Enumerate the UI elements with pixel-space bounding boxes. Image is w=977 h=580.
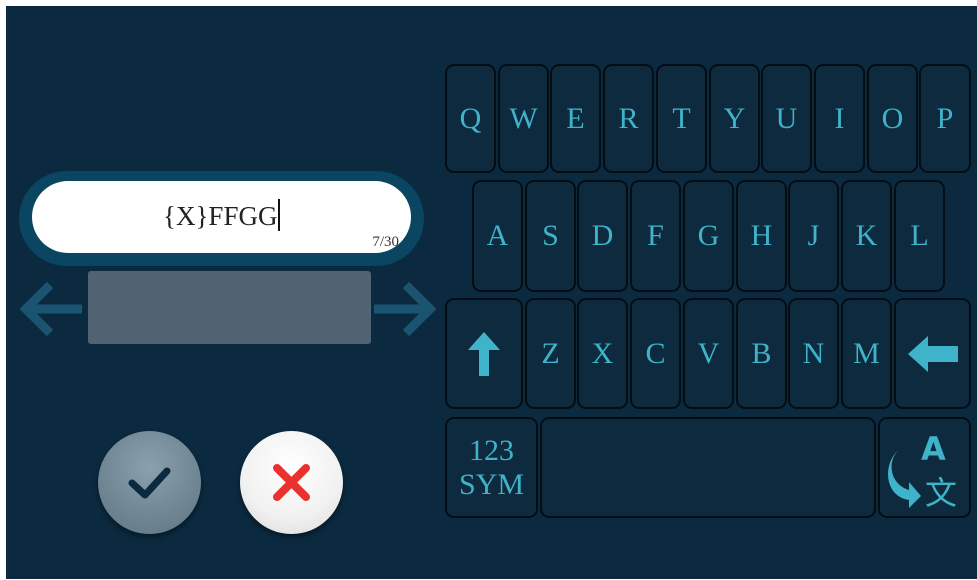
svg-text:文: 文 [925,474,957,510]
svg-text:A: A [921,430,946,468]
key-i[interactable]: I [814,64,865,173]
key-j[interactable]: J [788,180,839,292]
confirm-button[interactable] [98,431,201,534]
key-g[interactable]: G [683,180,734,292]
input-value-line: {X}FFGG [32,199,411,232]
close-icon [273,464,310,501]
key-h[interactable]: H [736,180,787,292]
backspace-key[interactable] [894,298,971,409]
language-key[interactable]: A 文 [878,417,971,518]
key-l[interactable]: L [894,180,945,292]
key-p[interactable]: P [919,64,971,173]
key-n[interactable]: N [788,298,839,409]
char-count: 7/30 [372,234,399,250]
key-d[interactable]: D [577,180,628,292]
key-r[interactable]: R [603,64,654,173]
key-q[interactable]: Q [445,64,496,173]
key-m[interactable]: M [841,298,892,409]
key-t[interactable]: T [656,64,707,173]
next-candidate-arrow-icon[interactable] [374,281,438,337]
key-w[interactable]: W [498,64,549,173]
symbols-key-line2: SYM [458,467,525,501]
keyboard-screen: {X}FFGG 7/30 Q W E R T Y U I O P A S D F… [6,6,977,579]
key-x[interactable]: X [577,298,628,409]
symbols-key[interactable]: 123 SYM [445,417,538,518]
key-c[interactable]: C [630,298,681,409]
arrow-left-icon [907,335,958,372]
key-z[interactable]: Z [525,298,576,409]
key-a[interactable]: A [472,180,523,292]
language-translate-icon: A 文 [887,430,957,510]
input-value: {X}FFGG [163,201,278,231]
symbols-key-line1: 123 [469,433,514,467]
text-caret [278,199,280,231]
shift-key[interactable] [445,298,523,409]
key-s[interactable]: S [525,180,576,292]
cancel-button[interactable] [240,431,343,534]
key-e[interactable]: E [550,64,601,173]
candidate-box[interactable] [88,271,371,344]
key-b[interactable]: B [736,298,787,409]
key-f[interactable]: F [630,180,681,292]
key-u[interactable]: U [761,64,812,173]
arrow-up-icon [468,331,500,376]
input-frame: {X}FFGG 7/30 [19,171,424,266]
key-v[interactable]: V [683,298,734,409]
prev-candidate-arrow-icon[interactable] [18,281,82,337]
key-o[interactable]: O [867,64,918,173]
text-input[interactable]: {X}FFGG 7/30 [32,181,411,253]
space-key[interactable] [540,417,876,518]
checkmark-icon [128,467,171,499]
key-y[interactable]: Y [709,64,760,173]
key-k[interactable]: K [841,180,892,292]
